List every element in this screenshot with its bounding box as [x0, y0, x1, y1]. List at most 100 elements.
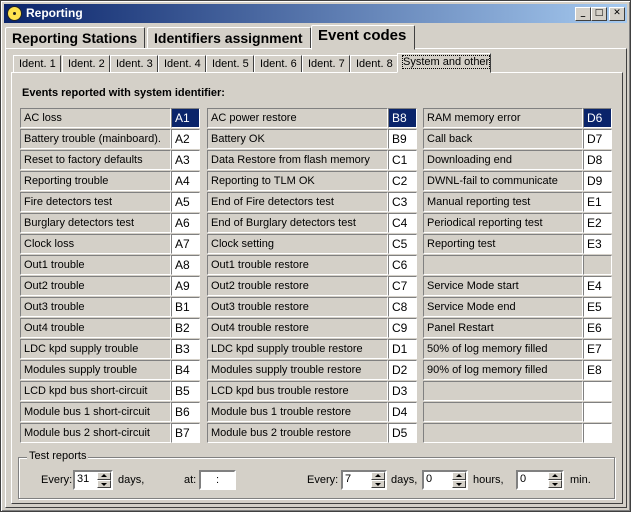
periodic-minutes-stepper[interactable]: 0 [516, 470, 564, 490]
event-code-field[interactable]: B7 [171, 423, 200, 443]
event-code-field[interactable]: B4 [171, 360, 200, 380]
spin-up-icon[interactable] [548, 472, 562, 480]
stepper-value: 31 [77, 473, 90, 485]
event-code-field[interactable] [583, 255, 612, 275]
tab-ident-2[interactable]: Ident. 2 [62, 55, 110, 73]
test-reports-label: Test reports [27, 450, 89, 462]
reporting-window: Reporting _ □ ✕ Reporting Stations Ident… [0, 0, 631, 512]
event-code-field[interactable]: E8 [583, 360, 612, 380]
tab-system-and-other[interactable]: System and other [397, 53, 491, 73]
test-time-field[interactable]: : [199, 470, 236, 490]
tab-ident-7[interactable]: Ident. 7 [302, 55, 350, 73]
event-code-field[interactable]: C3 [388, 192, 417, 212]
tab-label: Ident. 6 [260, 58, 297, 70]
spin-up-icon[interactable] [452, 472, 466, 480]
event-label: Manual reporting test [423, 192, 583, 212]
tab-ident-3[interactable]: Ident. 3 [110, 55, 158, 73]
event-label: Data Restore from flash memory [207, 150, 388, 170]
periodic-hours-stepper[interactable]: 0 [422, 470, 468, 490]
stepper-buttons [452, 472, 466, 488]
event-code-field[interactable]: C4 [388, 213, 417, 233]
event-code-field[interactable] [583, 423, 612, 443]
stepper-value: 7 [345, 473, 352, 485]
periodic-days-stepper[interactable]: 7 [341, 470, 387, 490]
event-code-field[interactable]: B3 [171, 339, 200, 359]
event-label: Reporting to TLM OK [207, 171, 388, 191]
event-code-field[interactable] [583, 381, 612, 401]
spin-down-icon[interactable] [548, 480, 562, 488]
event-code-field[interactable]: E6 [583, 318, 612, 338]
test-days-stepper[interactable]: 31 [73, 470, 113, 490]
title-bar[interactable]: Reporting _ □ ✕ [4, 4, 627, 23]
event-label: Module bus 2 trouble restore [207, 423, 388, 443]
event-code-field[interactable]: C1 [388, 150, 417, 170]
tab-identifiers-assignment[interactable]: Identifiers assignment [147, 27, 311, 49]
event-code-field[interactable]: E7 [583, 339, 612, 359]
event-label [423, 255, 583, 275]
event-code-field[interactable]: C7 [388, 276, 417, 296]
spin-up-icon[interactable] [97, 472, 111, 480]
event-code-field[interactable]: E1 [583, 192, 612, 212]
event-label: 50% of log memory filled [423, 339, 583, 359]
event-code-field[interactable]: D8 [583, 150, 612, 170]
event-code-field[interactable] [583, 402, 612, 422]
event-code-field[interactable]: E4 [583, 276, 612, 296]
event-code-field[interactable]: B2 [171, 318, 200, 338]
stepper-buttons [548, 472, 562, 488]
every-label: Every: [41, 474, 73, 486]
event-code-field[interactable]: C9 [388, 318, 417, 338]
event-code-field[interactable]: A7 [171, 234, 200, 254]
window-title: Reporting [26, 6, 83, 20]
event-label: Out4 trouble restore [207, 318, 388, 338]
tab-ident-8[interactable]: Ident. 8 [350, 55, 398, 73]
event-code-field[interactable]: A6 [171, 213, 200, 233]
event-code-field[interactable]: B5 [171, 381, 200, 401]
event-label: Out3 trouble restore [207, 297, 388, 317]
min-label: min. [570, 474, 591, 486]
event-code-field[interactable]: D7 [583, 129, 612, 149]
spin-down-icon[interactable] [97, 480, 111, 488]
event-code-field[interactable]: D9 [583, 171, 612, 191]
event-code-field[interactable]: D3 [388, 381, 417, 401]
tab-label: Ident. 2 [68, 58, 105, 70]
event-code-field[interactable]: D6 [583, 108, 612, 128]
event-label: Module bus 1 short-circuit [20, 402, 171, 422]
event-code-field[interactable]: A3 [171, 150, 200, 170]
days-label: days, [391, 474, 418, 486]
event-label: Out4 trouble [20, 318, 171, 338]
event-code-field[interactable]: A1 [171, 108, 200, 128]
tab-ident-4[interactable]: Ident. 4 [158, 55, 206, 73]
event-code-field[interactable]: C6 [388, 255, 417, 275]
spin-down-icon[interactable] [371, 480, 385, 488]
event-code-field[interactable]: C5 [388, 234, 417, 254]
event-code-field[interactable]: A8 [171, 255, 200, 275]
event-code-field[interactable]: B1 [171, 297, 200, 317]
event-code-field[interactable]: A9 [171, 276, 200, 296]
event-code-field[interactable]: A5 [171, 192, 200, 212]
event-code-field[interactable]: A2 [171, 129, 200, 149]
event-code-field[interactable]: C2 [388, 171, 417, 191]
event-code-field[interactable]: E2 [583, 213, 612, 233]
event-code-field[interactable]: B6 [171, 402, 200, 422]
spin-down-icon[interactable] [452, 480, 466, 488]
spin-up-icon[interactable] [371, 472, 385, 480]
event-code-field[interactable]: D5 [388, 423, 417, 443]
event-code-field[interactable]: E5 [583, 297, 612, 317]
tab-reporting-stations[interactable]: Reporting Stations [5, 27, 145, 49]
event-code-field[interactable]: D4 [388, 402, 417, 422]
event-code-field[interactable]: B8 [388, 108, 417, 128]
maximize-button[interactable]: □ [591, 7, 607, 21]
event-code-field[interactable]: C8 [388, 297, 417, 317]
event-code-field[interactable]: D2 [388, 360, 417, 380]
event-code-field[interactable]: B9 [388, 129, 417, 149]
event-code-field[interactable]: E3 [583, 234, 612, 254]
tab-event-codes[interactable]: Event codes [311, 25, 415, 50]
event-code-field[interactable]: A4 [171, 171, 200, 191]
at-label: at: [184, 474, 197, 486]
tab-ident-5[interactable]: Ident. 5 [206, 55, 254, 73]
close-button[interactable]: ✕ [609, 7, 625, 21]
event-code-field[interactable]: D1 [388, 339, 417, 359]
minimize-button[interactable]: _ [575, 7, 591, 21]
tab-ident-1[interactable]: Ident. 1 [13, 55, 61, 73]
tab-ident-6[interactable]: Ident. 6 [254, 55, 302, 73]
